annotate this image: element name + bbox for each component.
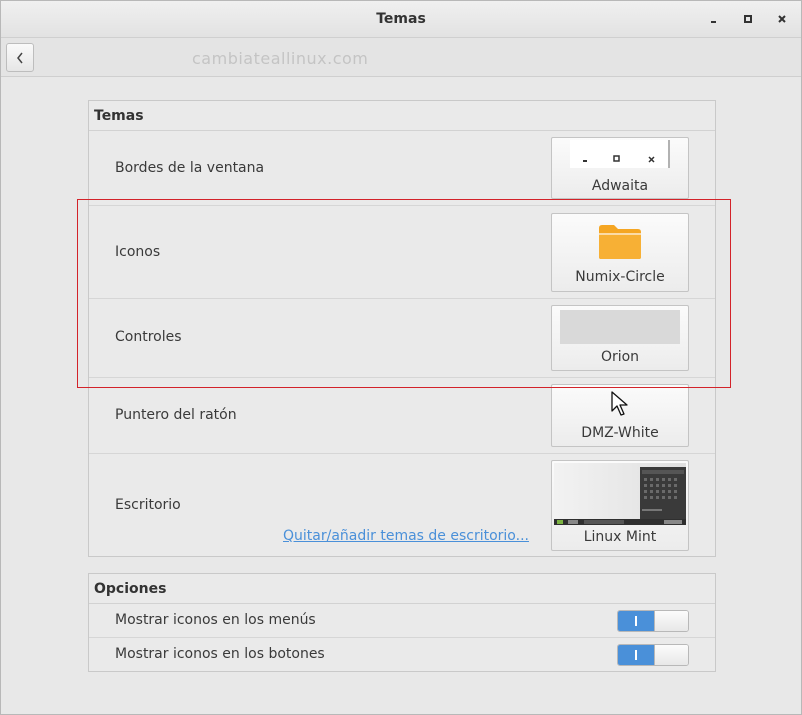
manage-desktop-themes-link[interactable]: Quitar/añadir temas de escritorio... <box>283 528 529 544</box>
row-icons: Iconos Numix-Circle <box>89 206 715 299</box>
row-window-borders: Bordes de la ventana Adwaita <box>89 131 715 206</box>
maximize-button[interactable] <box>738 9 758 29</box>
themes-panel-header: Temas <box>89 101 715 131</box>
options-panel-header: Opciones <box>89 574 715 604</box>
row-button-icons: Mostrar iconos en los botones <box>89 638 715 671</box>
theme-button-label: Linux Mint <box>583 529 657 545</box>
controls-preview <box>560 310 680 344</box>
close-button[interactable] <box>772 9 792 29</box>
themes-panel: Temas Bordes de la ventana Adwaita Icono… <box>88 100 716 557</box>
row-label: Controles <box>115 329 182 345</box>
toggle-knob <box>654 611 688 631</box>
window-borders-theme-button[interactable]: Adwaita <box>551 137 689 199</box>
row-label: Bordes de la ventana <box>115 160 265 176</box>
title-bar[interactable]: Temas <box>1 1 801 38</box>
row-label: Mostrar iconos en los botones <box>115 646 325 662</box>
folder-icon <box>599 225 641 259</box>
icons-theme-button[interactable]: Numix-Circle <box>551 213 689 292</box>
back-button[interactable] <box>6 43 34 72</box>
window-title: Temas <box>376 11 426 27</box>
button-icons-toggle[interactable] <box>617 644 689 666</box>
controls-theme-button[interactable]: Orion <box>551 305 689 371</box>
row-controls: Controles Orion <box>89 299 715 378</box>
toggle-on-indicator <box>618 645 654 665</box>
menu-icons-toggle[interactable] <box>617 610 689 632</box>
theme-button-label: Numix-Circle <box>575 269 665 285</box>
mouse-pointer-icon <box>611 391 628 416</box>
minimize-button[interactable] <box>704 9 724 29</box>
toggle-on-indicator <box>618 611 654 631</box>
chevron-left-icon <box>17 52 23 63</box>
desktop-theme-button[interactable]: Linux Mint <box>551 460 689 551</box>
theme-button-label: Orion <box>600 349 640 365</box>
minimize-icon <box>711 21 716 23</box>
row-label: Iconos <box>115 244 161 260</box>
row-desktop: Escritorio Quitar/añadir temas de escrit… <box>89 454 715 556</box>
desktop-preview <box>554 463 686 525</box>
watermark-text: cambiateallinux.com <box>192 49 369 68</box>
themes-window: Temas cambiateallinux.com Temas Bordes d… <box>0 0 802 715</box>
row-label: Mostrar iconos en los menús <box>115 612 316 628</box>
theme-button-label: DMZ-White <box>581 425 659 441</box>
toolbar: cambiateallinux.com <box>1 38 801 77</box>
row-menu-icons: Mostrar iconos en los menús <box>89 604 715 638</box>
row-label: Puntero del ratón <box>115 407 237 423</box>
row-label: Escritorio <box>115 497 181 513</box>
close-icon <box>778 15 786 23</box>
toggle-knob <box>654 645 688 665</box>
window-controls-preview <box>570 140 670 168</box>
options-panel: Opciones Mostrar iconos en los menús Mos… <box>88 573 716 672</box>
maximize-icon <box>744 15 752 23</box>
theme-button-label: Adwaita <box>591 178 649 194</box>
